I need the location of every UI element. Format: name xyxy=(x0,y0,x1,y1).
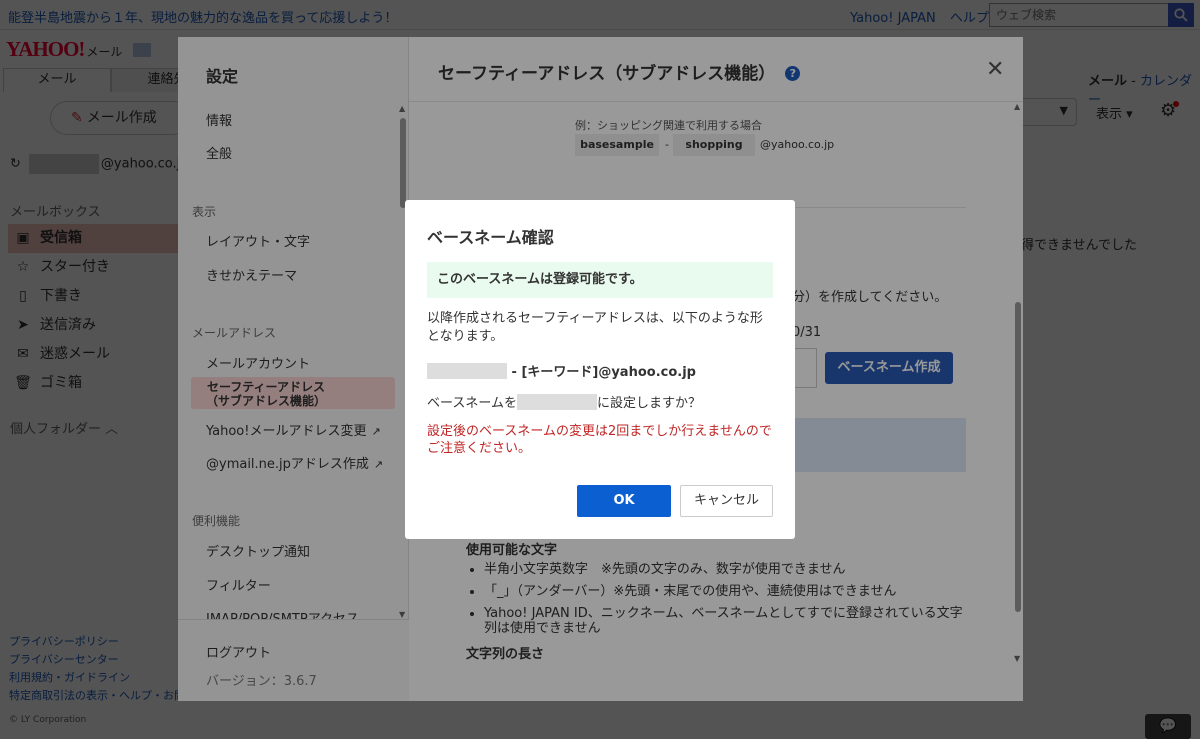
cancel-button[interactable]: キャンセル xyxy=(680,485,773,517)
change-limit-warning: 設定後のベースネームの変更は2回までしか行えませんのでご注意ください。 xyxy=(427,424,772,456)
redacted-basename xyxy=(427,363,507,379)
dialog-title: ベースネーム確認 xyxy=(427,228,554,247)
redacted-basename xyxy=(516,394,597,410)
confirm-question: ベースネームを に設定しますか？ xyxy=(427,392,701,411)
confirm-prefix: ベースネームを xyxy=(427,396,517,411)
address-format: - [キーワード]@yahoo.co.jp xyxy=(427,361,696,380)
ok-button[interactable]: OK xyxy=(577,485,671,517)
basename-confirm-dialog: ベースネーム確認 このベースネームは登録可能です。 以降作成されるセーフティーア… xyxy=(405,200,795,539)
confirm-suffix: に設定しますか？ xyxy=(596,396,701,411)
format-suffix: - [キーワード]@yahoo.co.jp xyxy=(511,365,696,380)
success-banner: このベースネームは登録可能です。 xyxy=(427,262,773,298)
dialog-description: 以降作成されるセーフティーアドレスは、以下のような形となります。 xyxy=(427,311,763,344)
